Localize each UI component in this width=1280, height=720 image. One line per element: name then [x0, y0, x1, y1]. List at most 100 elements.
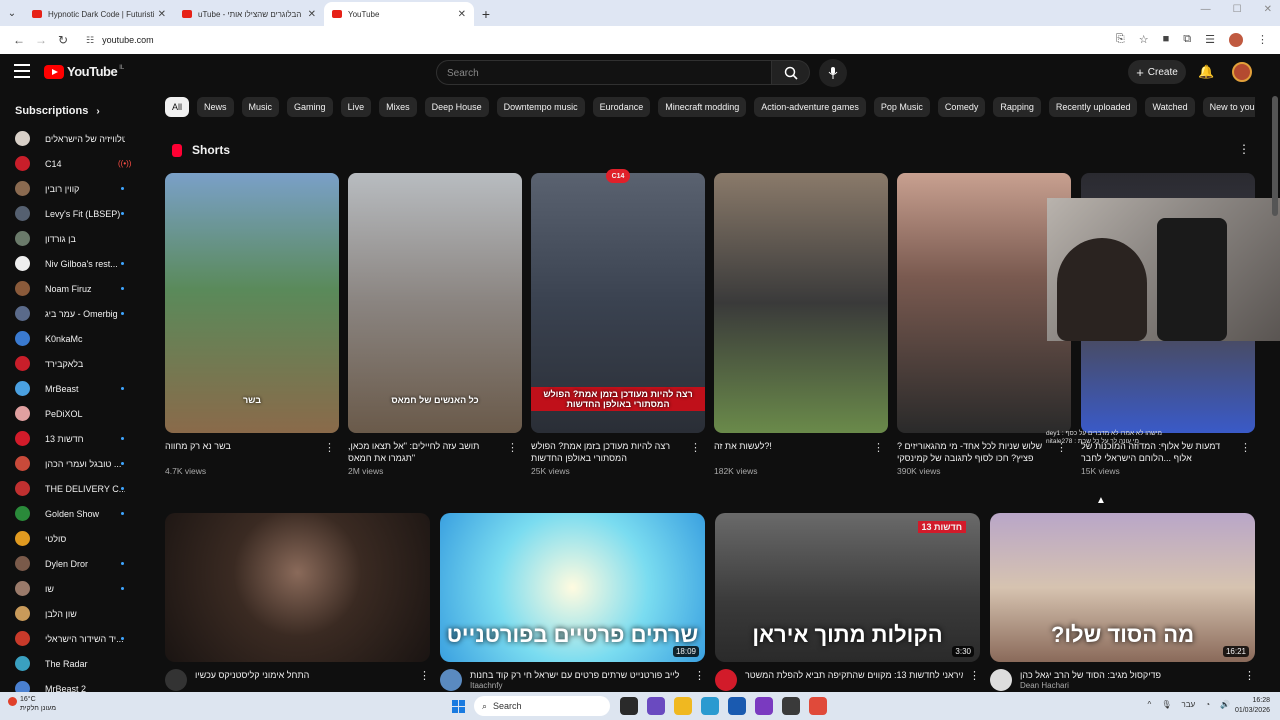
- sidebar-subscription-item[interactable]: שון הלבן: [0, 601, 140, 626]
- short-card[interactable]: שלוש שניות לכל אחד- מי מהגאוריזים ?פציץ?…: [897, 173, 1071, 476]
- channel-avatar[interactable]: [715, 669, 737, 691]
- video-more-icon[interactable]: ⋮: [419, 669, 430, 682]
- video-title[interactable]: אזרח איראני לחדשות 13: מקווים שהתקיפה תב…: [745, 669, 963, 681]
- filter-chip[interactable]: Comedy: [937, 97, 986, 117]
- sidebar-subscription-item[interactable]: MrBeast: [0, 376, 140, 401]
- filter-chip[interactable]: Gaming: [287, 97, 333, 117]
- sidebar-subscription-item[interactable]: חדשות 13: [0, 426, 140, 451]
- sidebar-subscription-item[interactable]: The Radar: [0, 651, 140, 676]
- short-title[interactable]: רצה להיות מעודכן בזמן אמת? הפולש המסתורי…: [531, 440, 705, 464]
- maximize-button[interactable]: ☐: [1233, 4, 1242, 15]
- video-more-icon[interactable]: ⋮: [1244, 669, 1255, 682]
- new-tab-button[interactable]: +: [474, 2, 498, 26]
- short-more-icon[interactable]: ⋮: [507, 441, 518, 454]
- tab-search-list-icon[interactable]: ☰: [1205, 33, 1215, 47]
- filter-chip[interactable]: Mixes: [379, 97, 417, 117]
- sidebar-subscription-item[interactable]: Levy's Fit (LBSEP): [0, 201, 140, 226]
- filter-chip[interactable]: Rapping: [993, 97, 1041, 117]
- filter-chip[interactable]: Pop Music: [873, 97, 930, 117]
- filter-chip[interactable]: All: [165, 97, 190, 117]
- short-more-icon[interactable]: ⋮: [873, 441, 884, 454]
- file-explorer-icon[interactable]: [674, 697, 692, 715]
- sidebar-subscription-item[interactable]: C14 ((•)): [0, 151, 140, 176]
- short-card[interactable]: כל האנשים של חמאס תושב עזה לחיילים: "אל ת…: [348, 173, 522, 476]
- short-card[interactable]: בשר בשר נא רק מחווה 4.7K views ⋮: [165, 173, 339, 476]
- short-title[interactable]: שלוש שניות לכל אחד- מי מהגאוריזים ?פציץ?…: [897, 440, 1071, 464]
- sidebar-subscription-item[interactable]: Dylen Dror: [0, 551, 140, 576]
- youtube-logo[interactable]: YouTube IL: [44, 64, 124, 79]
- sidebar-subscription-item[interactable]: סולטי: [0, 526, 140, 551]
- filter-chip[interactable]: Deep House: [424, 97, 489, 117]
- menu-icon[interactable]: [14, 64, 30, 78]
- sidebar-subscription-item[interactable]: בלאקבירד: [0, 351, 140, 376]
- video-channel[interactable]: Dean Hachari: [1020, 681, 1238, 690]
- sidebar-subscription-item[interactable]: יד השידור הישראלי...: [0, 626, 140, 651]
- video-title[interactable]: פדיקסול מגיב: הסוד של הרב יגאל כהן: [1020, 669, 1238, 681]
- short-title[interactable]: תושב עזה לחיילים: "אל תצאו מכאן, "תגמרו …: [348, 440, 522, 464]
- taskbar-search[interactable]: ⌕ Search: [474, 696, 610, 716]
- filter-chip[interactable]: Music: [241, 97, 280, 117]
- sidebar-subscription-item[interactable]: קווין רובין: [0, 176, 140, 201]
- taskbar-clock[interactable]: 16:28 01/03/2026: [1235, 696, 1270, 716]
- short-thumbnail[interactable]: כל האנשים של חמאס: [348, 173, 522, 433]
- filter-chip[interactable]: News: [197, 97, 234, 117]
- sidebar-subscription-item[interactable]: Noam Firuz: [0, 276, 140, 301]
- close-window-button[interactable]: ✕: [1264, 4, 1272, 15]
- short-thumbnail[interactable]: בשר: [165, 173, 339, 433]
- install-icon[interactable]: ⎘: [1116, 33, 1125, 47]
- sidebar-subscription-item[interactable]: שו: [0, 576, 140, 601]
- filter-chip[interactable]: Minecraft modding: [658, 97, 747, 117]
- windows-start-icon[interactable]: [452, 700, 465, 713]
- filter-chip[interactable]: Action-adventure games: [754, 97, 866, 117]
- notifications-bell-icon[interactable]: 🔔: [1198, 64, 1214, 80]
- forward-icon[interactable]: →: [30, 33, 52, 47]
- edge-icon[interactable]: [701, 697, 719, 715]
- filter-chip[interactable]: New to you: [1202, 97, 1255, 117]
- filter-chip[interactable]: Watched: [1145, 97, 1195, 117]
- wifi-icon[interactable]: ◔: [1205, 700, 1210, 709]
- video-card[interactable]: התחל אימוני קליסטניקס עכשיו ⋮: [165, 513, 430, 691]
- channel-avatar[interactable]: [990, 669, 1012, 691]
- close-tab-icon[interactable]: ✕: [458, 9, 466, 20]
- browser-tab[interactable]: Hypnotic Dark Code | Futuristic ✕: [24, 2, 174, 26]
- page-scrollbar[interactable]: [1272, 96, 1278, 216]
- video-thumbnail[interactable]: הקולות מתוך איראן 3:30 חדשות 13: [715, 513, 980, 662]
- sidebar-subscription-item[interactable]: בן גורדון: [0, 226, 140, 251]
- teams-icon[interactable]: [647, 697, 665, 715]
- tray-mic-icon[interactable]: 🎙: [1161, 700, 1171, 709]
- browser-menu-icon[interactable]: ⋮: [1257, 33, 1268, 47]
- browser-tab[interactable]: uTube - הבלוגרים שהצילו אותי ✕: [174, 2, 324, 26]
- tab-search-icon[interactable]: ⌄: [0, 0, 24, 26]
- url-field[interactable]: ☷ youtube.com: [80, 29, 1116, 51]
- extensions-puzzle-icon[interactable]: ⧉: [1183, 33, 1191, 47]
- short-thumbnail[interactable]: רצה להיות מעודכן בזמן אמת? הפולש המסתורי…: [531, 173, 705, 433]
- short-more-icon[interactable]: ⋮: [324, 441, 335, 454]
- task-view-icon[interactable]: [620, 697, 638, 715]
- video-card[interactable]: הקולות מתוך איראן 3:30 חדשות 13 אזרח איראני…: [715, 513, 980, 691]
- language-indicator[interactable]: עבר: [1181, 700, 1195, 709]
- reload-icon[interactable]: ↻: [52, 33, 74, 47]
- sidebar-subscription-item[interactable]: עמר ביג - Omerbig: [0, 301, 140, 326]
- sidebar-subscription-item[interactable]: PeDiXOL: [0, 401, 140, 426]
- chrome-icon[interactable]: [809, 697, 827, 715]
- close-tab-icon[interactable]: ✕: [158, 9, 166, 20]
- subscriptions-heading[interactable]: Subscriptions ›: [0, 96, 140, 126]
- store-icon[interactable]: [728, 697, 746, 715]
- filter-chip[interactable]: Downtempo music: [496, 97, 585, 117]
- short-thumbnail[interactable]: [897, 173, 1071, 433]
- site-info-icon[interactable]: ☷: [86, 35, 94, 46]
- extension-icon[interactable]: ■: [1163, 33, 1170, 47]
- channel-avatar[interactable]: [440, 669, 462, 691]
- tray-chevron-icon[interactable]: ^: [1148, 700, 1152, 709]
- discord-icon[interactable]: [755, 697, 773, 715]
- minimize-button[interactable]: —: [1201, 4, 1211, 15]
- search-button[interactable]: [772, 60, 810, 85]
- create-button[interactable]: + Create: [1128, 60, 1186, 84]
- short-more-icon[interactable]: ⋮: [1240, 441, 1251, 454]
- back-icon[interactable]: ←: [8, 33, 30, 47]
- short-title[interactable]: בשר נא רק מחווה: [165, 440, 339, 464]
- sidebar-subscription-item[interactable]: טלוויזיה של הישראלים: [0, 126, 140, 151]
- profile-avatar[interactable]: [1229, 33, 1243, 47]
- obs-icon[interactable]: [782, 697, 800, 715]
- sidebar-subscription-item[interactable]: Niv Gilboa's rest...: [0, 251, 140, 276]
